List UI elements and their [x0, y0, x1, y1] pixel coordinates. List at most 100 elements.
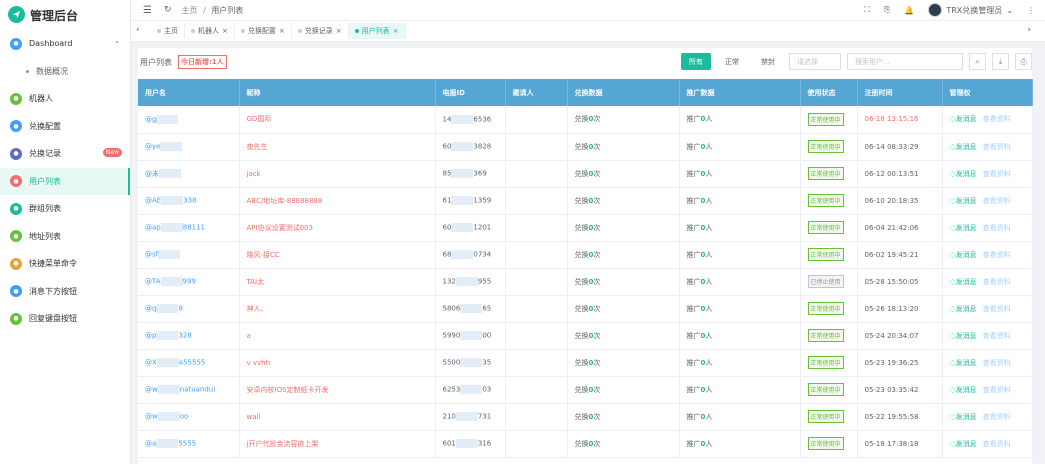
- view-profile-button[interactable]: 查看资料: [983, 440, 1011, 448]
- search-icon[interactable]: ⌕: [969, 53, 986, 70]
- send-message-button[interactable]: ◌发消息: [950, 251, 977, 259]
- sidebar-item-label: 数据概况: [36, 66, 68, 76]
- inviter-cell: [505, 403, 568, 431]
- redacted-block: [156, 304, 179, 313]
- send-message-button[interactable]: ◌发消息: [950, 332, 977, 340]
- sidebar-item-sub[interactable]: 数据概况: [0, 58, 130, 86]
- send-message-button[interactable]: ◌发消息: [950, 413, 977, 421]
- sidebar-item-user[interactable]: ● 用户列表: [0, 167, 130, 195]
- filter-all-button[interactable]: 所有: [681, 53, 711, 70]
- username-cell[interactable]: @ap 88111: [138, 214, 240, 242]
- chevron-right-icon[interactable]: ›: [1027, 25, 1031, 35]
- close-icon[interactable]: ×: [222, 27, 228, 35]
- refresh-icon[interactable]: ↻: [164, 5, 172, 15]
- sidebar-item-home[interactable]: ● Dashboard ⌃: [0, 30, 130, 58]
- export-icon[interactable]: ⎙: [1015, 53, 1032, 70]
- username-cell[interactable]: @q 8: [138, 295, 240, 323]
- send-message-button[interactable]: ◌发消息: [950, 440, 977, 448]
- promo-suffix: 人: [705, 277, 713, 286]
- register-time-cell: 05-23 19:36:25: [857, 349, 943, 377]
- view-profile-button[interactable]: 查看资料: [983, 278, 1011, 286]
- sidebar-item-group[interactable]: ● 群组列表: [0, 195, 130, 223]
- username-cell[interactable]: @ye: [138, 133, 240, 161]
- telegram-id: 68: [442, 250, 452, 259]
- bell-icon[interactable]: 🔔: [904, 6, 914, 15]
- send-message-button[interactable]: ◌发消息: [950, 359, 977, 367]
- username: @未: [145, 169, 159, 178]
- tab-item[interactable]: 兑换记录 ×: [292, 23, 349, 39]
- type-select[interactable]: 请选择: [789, 53, 841, 70]
- redeem-cell: 兑换0次: [567, 160, 680, 188]
- send-message-button[interactable]: ◌发消息: [950, 224, 977, 232]
- sidebar-item-settings[interactable]: ● 兑换配置: [0, 113, 130, 141]
- sidebar-item-keyboard[interactable]: ● 回复键盘按钮: [0, 305, 130, 333]
- username-cell[interactable]: @X a55555: [138, 349, 240, 377]
- view-profile-button[interactable]: 查看资料: [983, 197, 1011, 205]
- username-cell[interactable]: @未: [138, 160, 240, 188]
- redacted-block: [156, 439, 179, 448]
- close-icon[interactable]: ×: [279, 27, 285, 35]
- view-profile-button[interactable]: 查看资料: [983, 224, 1011, 232]
- send-message-button[interactable]: ◌发消息: [950, 386, 977, 394]
- username-cell[interactable]: @w natuandui: [138, 376, 240, 404]
- view-profile-button[interactable]: 查看资料: [983, 413, 1011, 421]
- sidebar-item-button[interactable]: ● 消息下方按钮: [0, 278, 130, 306]
- filter-banned-button[interactable]: 禁封: [753, 53, 783, 70]
- view-profile-button[interactable]: 查看资料: [983, 386, 1011, 394]
- close-icon[interactable]: ×: [336, 27, 342, 35]
- status-cell: 正常使用中: [800, 430, 858, 458]
- view-profile-button[interactable]: 查看资料: [983, 143, 1011, 151]
- tab-item[interactable]: 机器人 ×: [185, 23, 235, 39]
- view-profile-button[interactable]: 查看资料: [983, 305, 1011, 313]
- username-cell[interactable]: @p 328: [138, 322, 240, 350]
- username-cell[interactable]: @TA 999: [138, 268, 240, 296]
- close-icon[interactable]: ×: [393, 27, 399, 35]
- sidebar-item-address[interactable]: ● 地址列表: [0, 223, 130, 251]
- send-message-button[interactable]: ◌发消息: [950, 197, 977, 205]
- translate-icon[interactable]: ⎘: [884, 5, 890, 15]
- telegram-id-end: 955: [477, 277, 492, 286]
- promo-cell: 推广0人: [679, 160, 801, 188]
- telegram-id-cell: 210 731: [435, 403, 506, 431]
- send-message-button[interactable]: ◌发消息: [950, 305, 977, 313]
- telegram-id-cell: 601 316: [435, 430, 506, 458]
- view-profile-button[interactable]: 查看资料: [983, 359, 1011, 367]
- register-time-cell: 06-04 21:42:06: [857, 214, 943, 242]
- username-cell[interactable]: @w oo: [138, 403, 240, 431]
- username-cell[interactable]: @g: [138, 106, 240, 134]
- username-cell[interactable]: @sf: [138, 241, 240, 269]
- hamburger-icon[interactable]: ☰: [143, 5, 152, 16]
- table-row: @a 5555 j开户代投金流容欲上架 601 316 兑换0次 推广0人 正常使用中 05-1…: [138, 430, 1033, 458]
- view-profile-button[interactable]: 查看资料: [983, 332, 1011, 340]
- redacted-block: [156, 114, 179, 124]
- table-row: @TA 999 TAI太 132 955 兑换0次 推广0人 已停止使用 05-28 15:50…: [138, 268, 1033, 296]
- send-message-button[interactable]: ◌发消息: [950, 143, 977, 151]
- username-cell[interactable]: @a 5555: [138, 430, 240, 458]
- sidebar-menu: ● Dashboard ⌃ 数据概况 ● 机器人 ● 兑换配置 ● 兑换记录 New ● 用户列表 ● 群组…: [0, 30, 130, 333]
- status-cell: 正常使用中: [800, 133, 858, 161]
- sidebar-item-lightning[interactable]: ● 快捷菜单命令: [0, 250, 130, 278]
- more-icon[interactable]: ⋮: [1027, 6, 1035, 15]
- fullscreen-icon[interactable]: ⛶: [864, 5, 870, 15]
- filter-normal-button[interactable]: 正常: [717, 53, 747, 70]
- sidebar-item-record[interactable]: ● 兑换记录 New: [0, 140, 130, 168]
- username-end: natuandui: [179, 385, 216, 394]
- sidebar-item-robot[interactable]: ● 机器人: [0, 85, 130, 113]
- tab-item[interactable]: 兑换配置 ×: [235, 23, 292, 39]
- tab-item[interactable]: 用户列表 ×: [348, 23, 406, 39]
- send-message-button[interactable]: ◌发消息: [950, 170, 977, 178]
- search-input[interactable]: 搜索用户...: [847, 53, 963, 70]
- download-icon[interactable]: ⤓: [992, 53, 1009, 70]
- breadcrumb-home[interactable]: 主页: [182, 6, 198, 15]
- view-profile-button[interactable]: 查看资料: [983, 115, 1011, 123]
- chevron-left-icon[interactable]: ‹: [136, 25, 140, 35]
- logo: 管理后台: [0, 0, 130, 30]
- promo-suffix: 人: [705, 439, 713, 448]
- view-profile-button[interactable]: 查看资料: [983, 170, 1011, 178]
- send-message-button[interactable]: ◌发消息: [950, 278, 977, 286]
- view-profile-button[interactable]: 查看资料: [983, 251, 1011, 259]
- username-cell[interactable]: @AE 338: [138, 187, 240, 215]
- send-message-button[interactable]: ◌发消息: [950, 115, 977, 123]
- tab-item[interactable]: 主页: [151, 23, 185, 39]
- user-menu[interactable]: TRX兑换管理员 ⌄: [928, 3, 1013, 17]
